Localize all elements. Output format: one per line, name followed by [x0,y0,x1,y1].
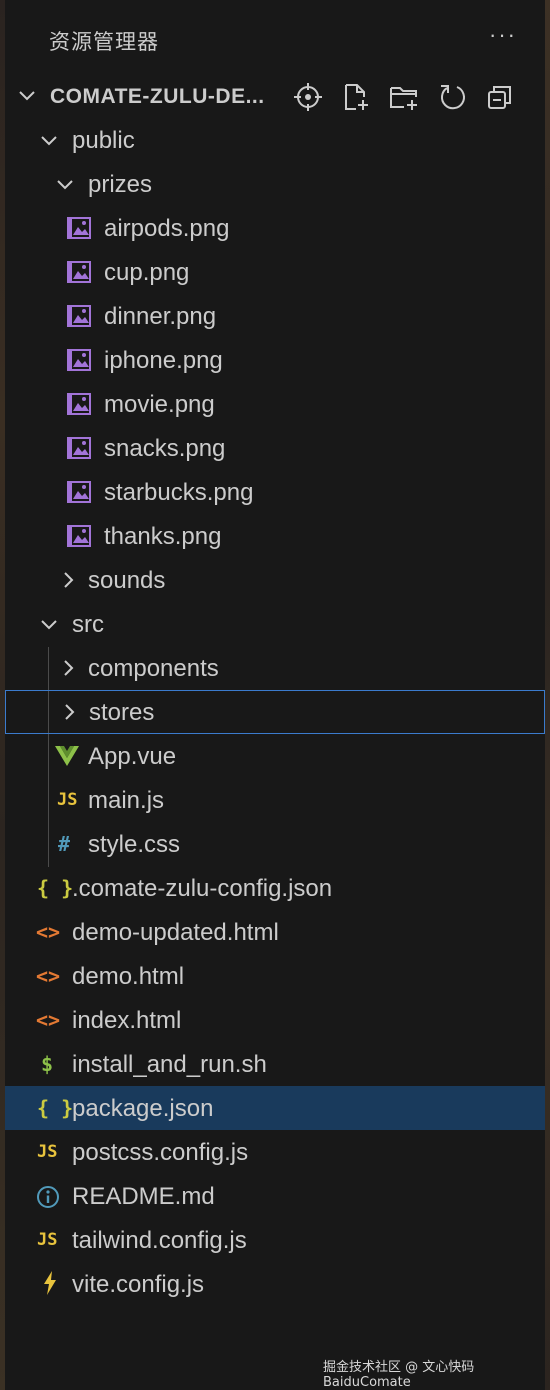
tree-file-iphone[interactable]: iphone.png [5,338,545,382]
chevron-right-icon [65,704,75,720]
new-folder-icon[interactable] [389,82,419,112]
window-edge-right [545,0,550,1390]
image-file-icon [67,393,91,415]
refresh-icon[interactable] [437,82,467,112]
file-label: README.md [72,1183,215,1210]
file-label: demo-updated.html [72,919,279,946]
image-file-icon [67,349,91,371]
folder-label: components [88,655,219,682]
root-folder-row[interactable]: COMATE-ZULU-DE... [5,74,545,118]
tree-file-postcss-config[interactable]: JS postcss.config.js [5,1130,545,1174]
chevron-down-icon [19,91,35,101]
html-file-icon: <> [36,964,61,988]
tree-folder-components[interactable]: components [5,646,545,690]
image-file-icon [67,525,91,547]
html-file-icon: <> [36,1008,61,1032]
tree-file-demo-updated-html[interactable]: <> demo-updated.html [5,910,545,954]
explorer-title: 资源管理器 [49,30,159,54]
image-file-icon [67,437,91,459]
tree-file-tailwind-config[interactable]: JS tailwind.config.js [5,1218,545,1262]
tree-file-comate-config[interactable]: { } .comate-zulu-config.json [5,866,545,910]
tree-file-main-js[interactable]: JS main.js [5,778,545,822]
css-file-icon: # [58,832,71,856]
file-label: vite.config.js [72,1271,205,1298]
tree-folder-public[interactable]: public [5,118,545,162]
json-file-icon: { } [37,876,74,900]
file-label: iphone.png [104,347,223,374]
tree-file-install-sh[interactable]: $ install_and_run.sh [5,1042,545,1086]
crosshair-icon[interactable] [293,82,323,112]
tree-folder-prizes[interactable]: prizes [5,162,545,206]
explorer-panel: 资源管理器 ··· COMATE-ZULU-DE... public prize… [5,0,545,1390]
tree-file-thanks[interactable]: thanks.png [5,514,545,558]
chevron-down-icon [41,620,57,630]
info-icon [37,1186,59,1208]
tree-folder-src[interactable]: src [5,602,545,646]
file-label: airpods.png [104,215,230,242]
folder-label: stores [89,699,155,726]
watermark: 掘金技术社区 @ 文心快码BaiduComate [323,1360,475,1390]
tree-file-movie[interactable]: movie.png [5,382,545,426]
vue-file-icon [55,746,79,766]
tree-folder-stores[interactable]: stores [5,690,545,734]
file-label: thanks.png [104,523,222,550]
file-label: starbucks.png [104,479,254,506]
tree-folder-sounds[interactable]: sounds [5,558,545,602]
shell-file-icon: $ [41,1052,54,1076]
file-label: demo.html [72,963,185,990]
file-label: install_and_run.sh [72,1051,267,1078]
more-actions-button[interactable]: ··· [489,22,517,48]
tree-file-starbucks[interactable]: starbucks.png [5,470,545,514]
image-file-icon [67,217,91,239]
collapse-all-icon[interactable] [485,82,515,112]
file-label: postcss.config.js [72,1139,249,1166]
folder-label: sounds [88,567,166,594]
chevron-down-icon [41,136,57,146]
root-folder-label: COMATE-ZULU-DE... [50,85,265,108]
tree-file-style-css[interactable]: # style.css [5,822,545,866]
tree-file-vite-config[interactable]: vite.config.js [5,1262,545,1306]
file-label: package.json [72,1095,214,1122]
image-file-icon [67,261,91,283]
file-label: .comate-zulu-config.json [72,875,333,902]
file-label: App.vue [88,743,177,770]
js-file-icon: JS [37,1230,58,1250]
tree-file-snacks[interactable]: snacks.png [5,426,545,470]
tree-file-demo-html[interactable]: <> demo.html [5,954,545,998]
chevron-right-icon [64,572,74,588]
file-label: snacks.png [104,435,226,462]
folder-label: prizes [88,171,153,198]
chevron-right-icon [64,660,74,676]
file-label: movie.png [104,391,215,418]
tree-file-airpods[interactable]: airpods.png [5,206,545,250]
tree-file-index-html[interactable]: <> index.html [5,998,545,1042]
folder-label: src [72,611,104,638]
json-file-icon: { } [37,1096,74,1120]
tree-file-package-json[interactable]: { } package.json [5,1086,545,1130]
file-label: main.js [88,787,165,814]
lightning-bolt-icon [44,1271,56,1295]
tree-file-dinner[interactable]: dinner.png [5,294,545,338]
js-file-icon: JS [37,1142,58,1162]
new-file-icon[interactable] [341,82,371,112]
file-label: tailwind.config.js [72,1227,247,1254]
file-label: style.css [88,831,181,858]
html-file-icon: <> [36,920,61,944]
file-label: dinner.png [104,303,217,330]
image-file-icon [67,481,91,503]
js-file-icon: JS [57,790,78,810]
tree-file-app-vue[interactable]: App.vue [5,734,545,778]
image-file-icon [67,305,91,327]
tree-file-readme[interactable]: README.md [5,1174,545,1218]
file-label: cup.png [104,259,190,286]
folder-label: public [72,127,135,154]
tree-file-cup[interactable]: cup.png [5,250,545,294]
chevron-down-icon [57,180,73,190]
file-label: index.html [72,1007,182,1034]
